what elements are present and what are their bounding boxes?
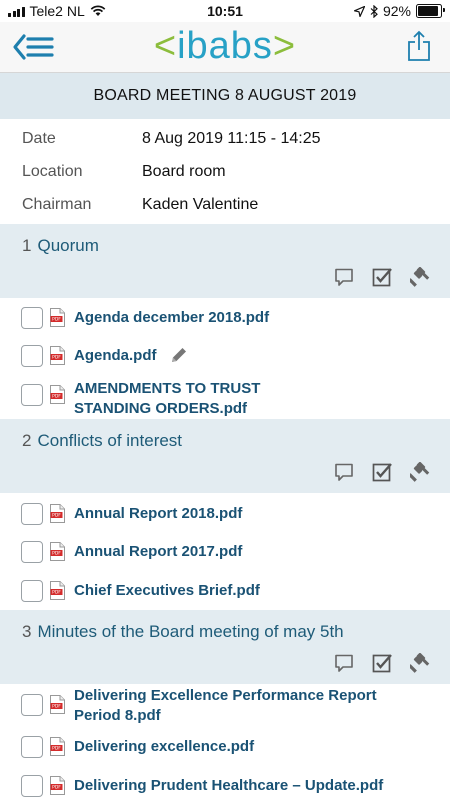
document-checkbox[interactable] (21, 541, 43, 563)
detail-value: Board room (142, 163, 226, 180)
pdf-file-icon: PDF (50, 385, 65, 404)
section-title-text: Minutes of the Board meeting of may 5th (37, 622, 344, 641)
svg-text:PDF: PDF (52, 513, 61, 519)
detail-value: 8 Aug 2019 11:15 - 14:25 (142, 130, 321, 147)
logo-name: ibabs (177, 25, 273, 67)
section-actions (334, 462, 430, 482)
agenda-section-3[interactable]: 3 Minutes of the Board meeting of may 5th (0, 610, 450, 684)
svg-text:PDF: PDF (52, 551, 61, 557)
pencil-icon (172, 348, 186, 362)
pdf-file-icon: PDF (50, 504, 65, 523)
detail-row-location: Location Board room (0, 157, 450, 185)
svg-text:PDF: PDF (52, 704, 61, 710)
document-checkbox[interactable] (21, 694, 43, 716)
section-number: 1 (22, 236, 32, 255)
section-title-text: Conflicts of interest (37, 431, 183, 450)
detail-label: Date (22, 130, 56, 147)
document-name[interactable]: Delivering Prudent Healthcare – Update.p… (74, 776, 383, 795)
document-name[interactable]: Annual Report 2017.pdf (74, 542, 242, 561)
section-actions (334, 653, 430, 673)
meeting-title: BOARD MEETING 8 AUGUST 2019 (0, 73, 450, 119)
share-icon[interactable] (406, 30, 432, 62)
gavel-icon[interactable] (410, 267, 430, 287)
detail-label: Location (22, 163, 83, 180)
bluetooth-icon (370, 4, 378, 18)
status-bar: Tele2 NL 10:51 92% (0, 0, 450, 22)
document-name[interactable]: Agenda december 2018.pdf (74, 308, 269, 327)
battery-icon (416, 4, 445, 18)
checkbox-vote-icon[interactable] (372, 462, 392, 482)
section-title: 2 Conflicts of interest (22, 431, 182, 451)
pdf-file-icon: PDF (50, 346, 65, 365)
detail-row-date: Date 8 Aug 2019 11:15 - 14:25 (0, 124, 450, 152)
pdf-file-icon: PDF (50, 581, 65, 600)
navigation-bar: <ibabs> (0, 22, 450, 73)
section-number: 3 (22, 622, 32, 641)
document-checkbox[interactable] (21, 503, 43, 525)
document-checkbox[interactable] (21, 580, 43, 602)
pdf-file-icon: PDF (50, 776, 65, 795)
logo-bracket-left: < (153, 25, 178, 67)
pdf-file-icon: PDF (50, 695, 65, 714)
pdf-file-icon: PDF (50, 308, 65, 327)
checkbox-vote-icon[interactable] (372, 267, 392, 287)
svg-text:PDF: PDF (52, 317, 61, 323)
agenda-section-1[interactable]: 1 Quorum (0, 224, 450, 298)
checkbox-vote-icon[interactable] (372, 653, 392, 673)
detail-row-chairman: Chairman Kaden Valentine (0, 190, 450, 218)
document-name[interactable]: AMENDMENTS TO TRUST (74, 379, 260, 398)
pdf-file-icon: PDF (50, 542, 65, 561)
document-name[interactable]: Chief Executives Brief.pdf (74, 581, 260, 600)
document-checkbox[interactable] (21, 307, 43, 329)
section-actions (334, 267, 430, 287)
document-name[interactable]: Delivering excellence.pdf (74, 737, 254, 756)
document-checkbox[interactable] (21, 345, 43, 367)
document-name-line2[interactable]: Period 8.pdf (74, 706, 161, 725)
logo-bracket-right: > (272, 25, 297, 67)
comment-icon[interactable] (334, 267, 354, 287)
svg-text:PDF: PDF (52, 355, 61, 361)
gavel-icon[interactable] (410, 653, 430, 673)
comment-icon[interactable] (334, 653, 354, 673)
comment-icon[interactable] (334, 462, 354, 482)
pdf-file-icon: PDF (50, 737, 65, 756)
section-title-text: Quorum (37, 236, 99, 255)
agenda-section-2[interactable]: 2 Conflicts of interest (0, 419, 450, 493)
detail-value: Kaden Valentine (142, 196, 259, 213)
svg-text:PDF: PDF (52, 394, 61, 400)
document-checkbox[interactable] (21, 736, 43, 758)
svg-text:PDF: PDF (52, 746, 61, 752)
ibabs-logo: <ibabs> (0, 24, 450, 68)
section-number: 2 (22, 431, 32, 450)
document-name[interactable]: Agenda.pdf (74, 346, 157, 365)
document-name[interactable]: Annual Report 2018.pdf (74, 504, 242, 523)
document-name-line2[interactable]: STANDING ORDERS.pdf (74, 399, 247, 418)
document-checkbox[interactable] (21, 775, 43, 797)
gavel-icon[interactable] (410, 462, 430, 482)
status-right: 92% (353, 3, 445, 19)
svg-text:PDF: PDF (52, 590, 61, 596)
svg-text:PDF: PDF (52, 785, 61, 791)
detail-label: Chairman (22, 196, 92, 213)
battery-percent: 92% (382, 3, 411, 19)
location-arrow-icon (353, 5, 365, 17)
section-title: 1 Quorum (22, 236, 99, 256)
document-name[interactable]: Delivering Excellence Performance Report (74, 686, 377, 705)
section-title: 3 Minutes of the Board meeting of may 5th (22, 622, 344, 642)
document-checkbox[interactable] (21, 384, 43, 406)
